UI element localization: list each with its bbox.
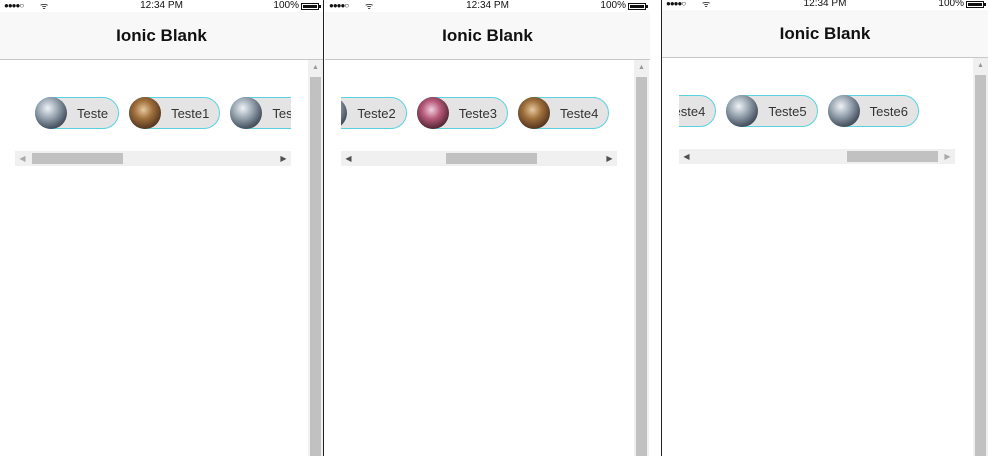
scrollbar-thumb[interactable] <box>975 75 986 456</box>
scrollbar-thumb[interactable] <box>310 77 321 456</box>
app-header: Ionic Blank <box>662 10 988 58</box>
scroll-left-icon[interactable]: ◀ <box>15 151 30 166</box>
scroll-right-icon[interactable]: ▶ <box>602 151 617 166</box>
frame-divider <box>323 0 324 456</box>
battery-indicator: 100% <box>600 0 648 12</box>
scroll-up-icon[interactable]: ▲ <box>973 62 988 70</box>
chip-label: Teste3 <box>458 105 498 121</box>
chip-label: Teste2 <box>357 105 396 121</box>
chip-label: Teste1 <box>171 105 210 121</box>
app-header: Ionic Blank <box>0 12 323 60</box>
battery-indicator: 100% <box>938 0 986 10</box>
battery-percent: 100% <box>600 0 626 11</box>
battery-icon <box>628 2 648 10</box>
chips-track: Teste Teste1 Teste2 Teste3 Teste4 Teste5… <box>679 92 919 130</box>
horizontal-scrollbar[interactable]: ◀ ▶ <box>15 151 291 166</box>
chip-label: Teste <box>77 105 109 121</box>
scroll-up-icon[interactable]: ▲ <box>634 64 649 72</box>
phone-frame-2: ●●●●○ ᯤ 12:34 PM 100% Ionic Blank Teste … <box>325 0 650 456</box>
scroll-left-icon[interactable]: ◀ <box>679 149 694 164</box>
chips-track: Teste Teste1 Teste2 Teste3 <box>35 94 291 132</box>
chip[interactable]: Teste4 <box>518 97 610 129</box>
horizontal-scrollbar[interactable]: ◀ ▶ <box>679 149 955 164</box>
vertical-scrollbar[interactable]: ▲ <box>634 60 649 456</box>
chip-label: Teste4 <box>679 103 706 119</box>
chips-scroll-view[interactable]: Teste Teste1 Teste2 Teste3 <box>15 94 291 132</box>
phone-frame-3: ●●●●○ ᯤ 12:34 PM 100% Ionic Blank Teste … <box>662 0 988 456</box>
battery-icon <box>966 0 986 8</box>
page-title: Ionic Blank <box>779 23 871 43</box>
chip[interactable]: Teste6 <box>827 95 919 127</box>
status-bar: ●●●●○ ᯤ 12:34 PM 100% <box>662 0 988 10</box>
chip[interactable]: Teste5 <box>726 95 818 127</box>
chip[interactable]: Teste <box>35 97 120 129</box>
scrollbar-thumb[interactable] <box>847 151 938 162</box>
vertical-scrollbar[interactable]: ▲ <box>308 60 323 456</box>
chip[interactable]: Teste4 <box>679 95 717 127</box>
scroll-right-icon[interactable]: ▶ <box>276 151 291 166</box>
page-title: Ionic Blank <box>116 25 207 45</box>
scrollbar-thumb[interactable] <box>446 153 537 164</box>
phone-frame-1: ●●●●○ ᯤ 12:34 PM 100% Ionic Blank Teste … <box>0 0 323 456</box>
chips-scroll-view[interactable]: Teste Teste1 Teste2 Teste3 Teste4 Teste5 <box>341 94 617 132</box>
chips-track: Teste Teste1 Teste2 Teste3 Teste4 Teste5 <box>341 94 617 132</box>
chip-label: Teste4 <box>560 105 599 121</box>
horizontal-scrollbar[interactable]: ◀ ▶ <box>341 151 617 166</box>
chip[interactable]: Teste2 <box>230 97 291 129</box>
city-photo-icon <box>726 95 759 127</box>
page-title: Ionic Blank <box>442 25 533 45</box>
battery-percent: 100% <box>938 0 964 9</box>
vertical-scrollbar[interactable]: ▲ <box>973 58 988 456</box>
street-photo-icon <box>129 97 162 129</box>
scroll-up-icon[interactable]: ▲ <box>308 64 323 72</box>
chip[interactable]: Teste3 <box>416 97 509 129</box>
chip[interactable]: Teste1 <box>129 97 221 129</box>
city-photo-icon <box>827 95 860 127</box>
city-photo-icon <box>35 97 67 129</box>
chips-scroll-view[interactable]: Teste Teste1 Teste2 Teste3 Teste4 Teste5… <box>679 92 955 130</box>
scrollbar-thumb[interactable] <box>32 153 123 164</box>
street-photo-icon <box>518 97 551 129</box>
crowd-photo-icon <box>416 97 449 129</box>
battery-percent: 100% <box>273 0 299 11</box>
battery-indicator: 100% <box>273 0 321 12</box>
scroll-left-icon[interactable]: ◀ <box>341 151 356 166</box>
chip[interactable]: Teste2 <box>341 97 407 129</box>
status-bar: ●●●●○ ᯤ 12:34 PM 100% <box>325 0 650 12</box>
battery-icon <box>301 2 321 10</box>
app-header: Ionic Blank <box>325 12 650 60</box>
status-bar: ●●●●○ ᯤ 12:34 PM 100% <box>0 0 323 12</box>
scroll-right-icon[interactable]: ▶ <box>940 149 955 164</box>
chip-label: Teste2 <box>272 105 291 121</box>
city-photo-icon <box>341 97 348 129</box>
city-photo-icon <box>230 97 263 129</box>
chip-label: Teste5 <box>768 103 807 119</box>
scrollbar-thumb[interactable] <box>636 77 647 456</box>
chip-label: Teste6 <box>869 103 908 119</box>
